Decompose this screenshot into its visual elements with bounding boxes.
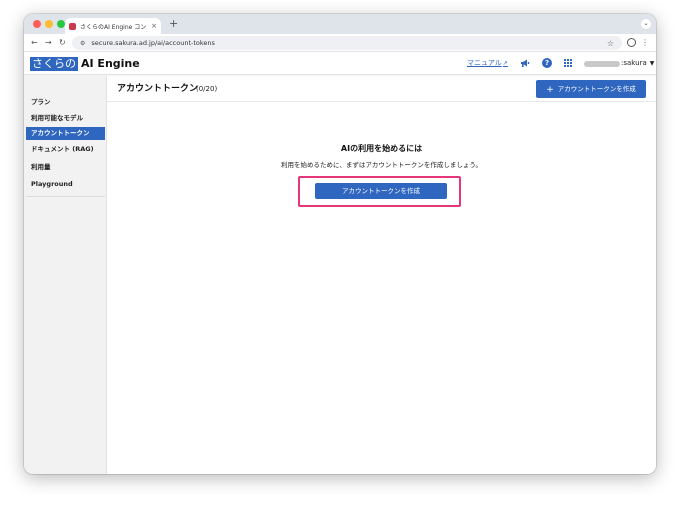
manual-link-label: マニュアル — [467, 59, 502, 67]
logo-sakura: さくらの — [30, 57, 78, 71]
main-content: アカウントトークン (0/20) + アカウントトークンを作成 AIの利用を始める… — [107, 76, 656, 474]
megaphone-icon[interactable] — [520, 58, 530, 68]
maximize-window-button[interactable] — [57, 20, 65, 28]
empty-state-title: AIの利用を始めるには — [340, 144, 423, 153]
token-count: (0/20) — [196, 85, 218, 93]
logo-ai-engine: AI Engine — [81, 57, 140, 70]
browser-window: さくらのAI Engine コントロ… × + ⌄ ← → ↻ ⚙ secure… — [24, 14, 656, 474]
minimize-window-button[interactable] — [45, 20, 53, 28]
sakura-favicon-icon — [69, 22, 76, 30]
caret-down-icon: ▼ — [649, 60, 655, 67]
new-tab-button[interactable]: + — [169, 17, 178, 31]
sidebar-item-playground[interactable]: Playground — [26, 178, 105, 191]
profile-icon[interactable] — [627, 38, 636, 47]
user-name: :sakura — [621, 59, 647, 67]
tab-close-icon[interactable]: × — [151, 22, 157, 30]
forward-icon[interactable]: → — [45, 37, 52, 49]
sidebar-item-documents-rag[interactable]: ドキュメント (RAG) — [26, 143, 105, 156]
sidebar-divider — [26, 196, 105, 197]
reload-icon[interactable]: ↻ — [59, 37, 66, 49]
close-window-button[interactable] — [33, 20, 41, 28]
back-icon[interactable]: ← — [31, 37, 38, 49]
browser-toolbar: ← → ↻ ⚙ secure.sakura.ad.jp/ai/account-t… — [24, 34, 656, 52]
address-bar[interactable]: ⚙ secure.sakura.ad.jp/ai/account-tokens … — [72, 36, 622, 50]
create-token-button[interactable]: + アカウントトークンを作成 — [536, 80, 646, 98]
tab-strip: さくらのAI Engine コントロ… × + ⌄ — [24, 14, 656, 34]
url-text[interactable]: secure.sakura.ad.jp/ai/account-tokens — [91, 39, 606, 47]
site-info-icon[interactable]: ⚙ — [80, 40, 85, 47]
sidebar-item-usage[interactable]: 利用量 — [26, 161, 105, 174]
help-icon[interactable]: ? — [542, 58, 552, 68]
user-account-redacted — [584, 60, 620, 67]
app-header: さくらの AI Engine マニュアル↗ ? :sakura ▼ — [24, 52, 656, 75]
apps-icon[interactable] — [564, 59, 572, 67]
create-token-button-label: アカウントトークンを作成 — [557, 85, 636, 93]
plus-icon: + — [546, 85, 554, 95]
sidebar-item-available-models[interactable]: 利用可能なモデル — [26, 112, 105, 125]
star-icon[interactable]: ☆ — [607, 39, 614, 48]
tab-search-icon[interactable]: ⌄ — [641, 19, 651, 29]
empty-state-description: 利用を始めるために、まずはアカウントトークンを作成しましょう。 — [281, 161, 482, 169]
external-link-icon: ↗ — [502, 60, 508, 67]
menu-dots-icon[interactable]: ⋮ — [641, 37, 649, 49]
user-menu[interactable]: :sakura ▼ — [584, 59, 654, 68]
sidebar: プラン 利用可能なモデル アカウントトークン ドキュメント (RAG) 利用量 … — [24, 76, 107, 474]
page-title: アカウントトークン — [117, 84, 199, 94]
logo[interactable]: さくらの AI Engine — [30, 57, 140, 71]
create-token-cta-button[interactable]: アカウントトークンを作成 — [315, 183, 447, 199]
page-header: アカウントトークン (0/20) + アカウントトークンを作成 — [107, 76, 656, 102]
tab-title: さくらのAI Engine コントロ… — [80, 23, 148, 31]
browser-tab[interactable]: さくらのAI Engine コントロ… × — [65, 18, 161, 34]
sidebar-item-plan[interactable]: プラン — [26, 96, 105, 109]
manual-link[interactable]: マニュアル↗ — [467, 58, 508, 69]
sidebar-item-account-tokens[interactable]: アカウントトークン — [26, 127, 105, 140]
